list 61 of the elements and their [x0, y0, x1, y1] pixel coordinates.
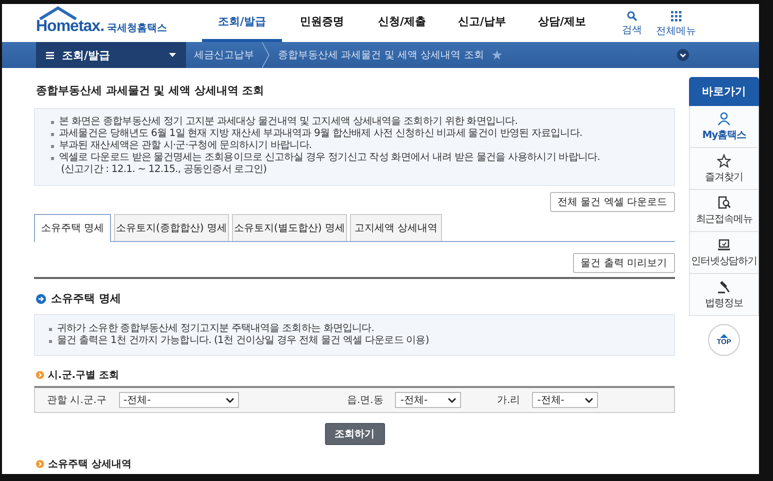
nav-tab[interactable]: 신청/제출: [362, 4, 442, 42]
menu-button[interactable]: 전체메뉴: [656, 11, 696, 38]
nav-tab[interactable]: 민원증명: [282, 4, 362, 42]
search-button[interactable]: 검색: [622, 11, 642, 38]
tab[interactable]: 고지세액 상세내역: [350, 214, 442, 241]
notice-text: 과세물건은 당해년도 6월 1일 현재 지방 재산세 부과내역과 9월 합산배제 사전 신청하신 비과세 물건이 반영된 자료입니다.: [51, 128, 660, 140]
quick-link[interactable]: 즐겨찾기: [689, 148, 759, 190]
laptop-icon: [717, 238, 732, 252]
subsection-title: 소유주택 상세내역: [48, 458, 132, 471]
select-field[interactable]: -전체-: [395, 392, 462, 408]
gavel-icon: [717, 280, 732, 294]
search-button[interactable]: 조회하기: [324, 423, 385, 445]
quick-link[interactable]: 법령정보: [689, 274, 759, 316]
notice-text: 엑셀로 다운로드 받은 물건명세는 조회용이므로 신고하실 경우 정기신고 작성 화면에서 내려 받은 물건을 사용하시기 바랍니다.: [51, 152, 660, 164]
arrow-circle-icon: [36, 294, 46, 304]
page-title: 종합부동산세 과세물건 및 세액 상세내역 조회: [36, 83, 266, 98]
menu-icon: [46, 52, 54, 58]
chevron-down-icon: [448, 398, 456, 402]
star-icon: [492, 50, 502, 60]
select-field[interactable]: -전체-: [532, 392, 598, 408]
nav-tab[interactable]: 상담/제보: [522, 4, 602, 42]
quick-links-header: 바로가기: [689, 77, 759, 106]
notice-text: (신고기간 : 12.1. ~ 12.15., 공동인증서 로그인): [60, 164, 268, 176]
notice-text: 귀하가 소유한 종합부동산세 정기고지분 주택내역을 조회하는 화면입니다.: [49, 323, 660, 335]
notice-text: 본 화면은 종합부동산세 정기 고지분 과세대상 물건내역 및 고지세액 상세내역을 조회하기 위한 화면입니다.: [51, 116, 660, 128]
bullet-icon: [36, 460, 44, 468]
breadcrumb-link[interactable]: 종합부동산세 과세물건 및 세액 상세내역 조회: [278, 48, 484, 62]
breadcrumb-link[interactable]: 세금신고납부: [194, 48, 254, 62]
person-icon: [717, 112, 732, 126]
expand-icon: [677, 49, 689, 61]
quick-link[interactable]: My홈택스: [689, 106, 759, 148]
quick-link[interactable]: 최근접속메뉴: [689, 190, 759, 232]
quick-link[interactable]: 인터넷상담하기: [689, 232, 759, 274]
house-icon: [38, 6, 78, 20]
tab[interactable]: 소유토지(종합합산) 명세: [114, 214, 229, 241]
nav-tab[interactable]: 신고/납부: [442, 4, 522, 42]
preview-button[interactable]: 물건 출력 미리보기: [572, 253, 676, 273]
chevron-icon: [262, 42, 270, 68]
notice-text: 부과된 재산세액은 관할 시·군·구청에 문의하시기 바랍니다.: [51, 140, 660, 152]
subsection-title: 시.군.구별 조회: [48, 369, 120, 382]
chevron-down-icon: [585, 398, 594, 402]
select-field[interactable]: -전체-: [118, 392, 239, 408]
tab[interactable]: 소유주택 명세: [34, 214, 111, 242]
up-arrow-icon: [720, 334, 728, 338]
search-icon: [627, 11, 637, 21]
logo-wordmark[interactable]: Hometax.: [36, 18, 104, 36]
download-button[interactable]: 전체 물건 엑셀 다운로드: [550, 192, 676, 212]
field-label: 읍.면.동: [347, 394, 384, 407]
tab[interactable]: 소유토지(별도합산) 명세: [232, 214, 347, 241]
bullet-icon: [36, 371, 44, 379]
field-label: 관할 시.군.구: [47, 394, 107, 407]
field-label: 가.리: [497, 394, 520, 407]
section-title: 소유주택 명세: [51, 291, 121, 306]
logo-title[interactable]: 국세청홈택스: [107, 21, 168, 35]
menu-dropdown[interactable]: 조회/발급: [36, 42, 186, 68]
caret-icon: [169, 53, 176, 57]
grid-icon: [670, 11, 682, 22]
notice-text: 물건 출력은 1천 건까지 가능합니다. (1천 건이상일 경우 전체 물건 엑셀 다운로드 이용): [49, 335, 660, 347]
chevron-down-icon: [226, 398, 234, 402]
star-icon: [717, 154, 732, 168]
document-search-icon: [717, 196, 732, 210]
